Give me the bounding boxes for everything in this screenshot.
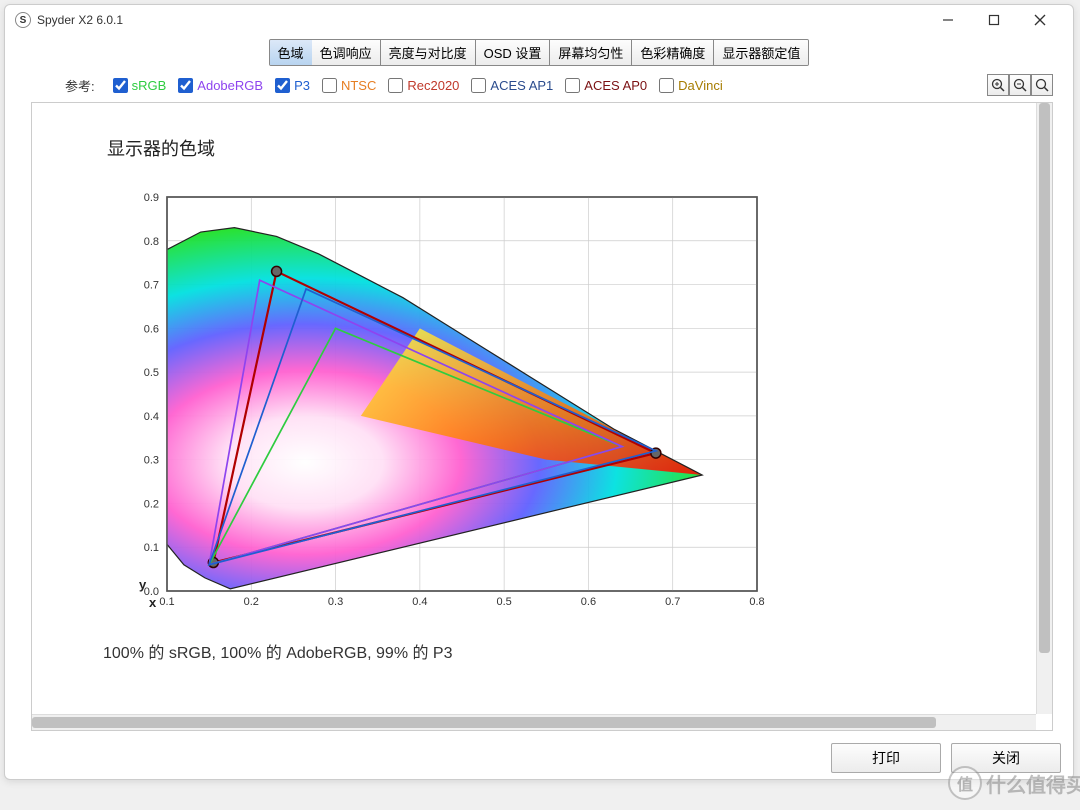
ref-checkbox-label: AdobeRGB xyxy=(197,78,263,93)
close-dialog-button[interactable]: 关闭 xyxy=(951,743,1061,773)
svg-text:0.8: 0.8 xyxy=(144,236,159,248)
reference-row: 参考: sRGB AdobeRGB P3 NTSC Rec2020 ACES AP1 ACE… xyxy=(5,68,1073,102)
tab-4[interactable]: 屏幕均匀性 xyxy=(550,40,632,65)
print-button[interactable]: 打印 xyxy=(831,743,941,773)
maximize-button[interactable] xyxy=(971,5,1017,35)
svg-text:x: x xyxy=(149,595,157,610)
tab-3[interactable]: OSD 设置 xyxy=(476,40,551,65)
ref-checkbox-aces ap0[interactable]: ACES AP0 xyxy=(565,78,647,93)
zoom-reset-button[interactable] xyxy=(1031,74,1053,96)
svg-text:0.3: 0.3 xyxy=(144,455,159,467)
svg-text:y: y xyxy=(139,577,147,592)
zoom-out-icon xyxy=(1013,78,1027,92)
footer: 打印 关闭 xyxy=(5,737,1073,779)
titlebar: S Spyder X2 6.0.1 xyxy=(5,5,1073,35)
ref-checkbox-davinci[interactable]: DaVinci xyxy=(659,78,723,93)
section-title: 显示器的色域 xyxy=(107,135,1042,161)
app-icon: S xyxy=(15,12,31,28)
svg-text:0.7: 0.7 xyxy=(665,596,680,608)
svg-text:0.2: 0.2 xyxy=(144,498,159,510)
toolbar: 色域色调响应亮度与对比度OSD 设置屏幕均匀性色彩精确度显示器额定值 xyxy=(5,35,1073,68)
ref-checkbox-input-rec2020[interactable] xyxy=(388,78,403,93)
tab-2[interactable]: 亮度与对比度 xyxy=(381,40,476,65)
minimize-icon xyxy=(942,14,954,26)
tab-1[interactable]: 色调响应 xyxy=(312,40,381,65)
svg-text:0.2: 0.2 xyxy=(244,596,259,608)
reference-label: 参考: xyxy=(65,76,95,95)
window-title: Spyder X2 6.0.1 xyxy=(37,13,925,27)
ref-checkbox-label: Rec2020 xyxy=(407,78,459,93)
maximize-icon xyxy=(988,14,1000,26)
gamut-result-text: 100% 的 sRGB, 100% 的 AdobeRGB, 99% 的 P3 xyxy=(103,639,1042,663)
svg-text:0.6: 0.6 xyxy=(581,596,596,608)
svg-text:0.5: 0.5 xyxy=(144,367,159,379)
svg-text:0.1: 0.1 xyxy=(144,542,159,554)
ref-checkbox-label: sRGB xyxy=(132,78,167,93)
ref-checkbox-input-aces ap1[interactable] xyxy=(471,78,486,93)
tab-bar: 色域色调响应亮度与对比度OSD 设置屏幕均匀性色彩精确度显示器额定值 xyxy=(269,39,810,66)
svg-text:0.6: 0.6 xyxy=(144,323,159,335)
zoom-controls xyxy=(987,74,1053,96)
zoom-in-button[interactable] xyxy=(987,74,1009,96)
ref-checkbox-adobergb[interactable]: AdobeRGB xyxy=(178,78,263,93)
ref-checkbox-input-srgb[interactable] xyxy=(113,78,128,93)
ref-checkbox-label: ACES AP0 xyxy=(584,78,647,93)
svg-text:0.7: 0.7 xyxy=(144,280,159,292)
vertical-scrollbar[interactable] xyxy=(1036,103,1052,714)
ref-checkbox-label: ACES AP1 xyxy=(490,78,553,93)
tab-5[interactable]: 色彩精确度 xyxy=(632,40,714,65)
ref-checkbox-input-davinci[interactable] xyxy=(659,78,674,93)
svg-text:0.5: 0.5 xyxy=(496,596,511,608)
chromaticity-chart: 0.10.20.30.40.50.60.70.80.00.10.20.30.40… xyxy=(107,189,767,619)
ref-checkbox-aces ap1[interactable]: ACES AP1 xyxy=(471,78,553,93)
close-icon xyxy=(1034,14,1046,26)
svg-text:0.4: 0.4 xyxy=(412,596,427,608)
ref-checkbox-label: P3 xyxy=(294,78,310,93)
horizontal-scrollbar[interactable] xyxy=(32,714,1036,730)
ref-checkbox-rec2020[interactable]: Rec2020 xyxy=(388,78,459,93)
ref-checkbox-ntsc[interactable]: NTSC xyxy=(322,78,376,93)
minimize-button[interactable] xyxy=(925,5,971,35)
app-window: S Spyder X2 6.0.1 色域色调响应亮度与对比度OSD 设置屏幕均匀… xyxy=(4,4,1074,780)
svg-text:0.9: 0.9 xyxy=(144,192,159,204)
tab-6[interactable]: 显示器额定值 xyxy=(714,40,808,65)
svg-text:0.4: 0.4 xyxy=(144,411,159,423)
ref-checkbox-srgb[interactable]: sRGB xyxy=(113,78,167,93)
close-button[interactable] xyxy=(1017,5,1063,35)
ref-checkbox-input-adobergb[interactable] xyxy=(178,78,193,93)
zoom-icon xyxy=(1035,78,1049,92)
content-pane: 显示器的色域 0.10.20.30.40.50.60.70.80.00.10.2… xyxy=(31,102,1053,731)
ref-checkbox-label: DaVinci xyxy=(678,78,723,93)
ref-checkbox-input-ntsc[interactable] xyxy=(322,78,337,93)
ref-checkbox-input-aces ap0[interactable] xyxy=(565,78,580,93)
ref-checkbox-input-p3[interactable] xyxy=(275,78,290,93)
zoom-in-icon xyxy=(991,78,1005,92)
svg-text:0.1: 0.1 xyxy=(159,596,174,608)
svg-text:0.3: 0.3 xyxy=(328,596,343,608)
tab-0[interactable]: 色域 xyxy=(269,39,313,66)
ref-checkbox-p3[interactable]: P3 xyxy=(275,78,310,93)
zoom-out-button[interactable] xyxy=(1009,74,1031,96)
svg-text:0.8: 0.8 xyxy=(749,596,764,608)
ref-checkbox-label: NTSC xyxy=(341,78,376,93)
